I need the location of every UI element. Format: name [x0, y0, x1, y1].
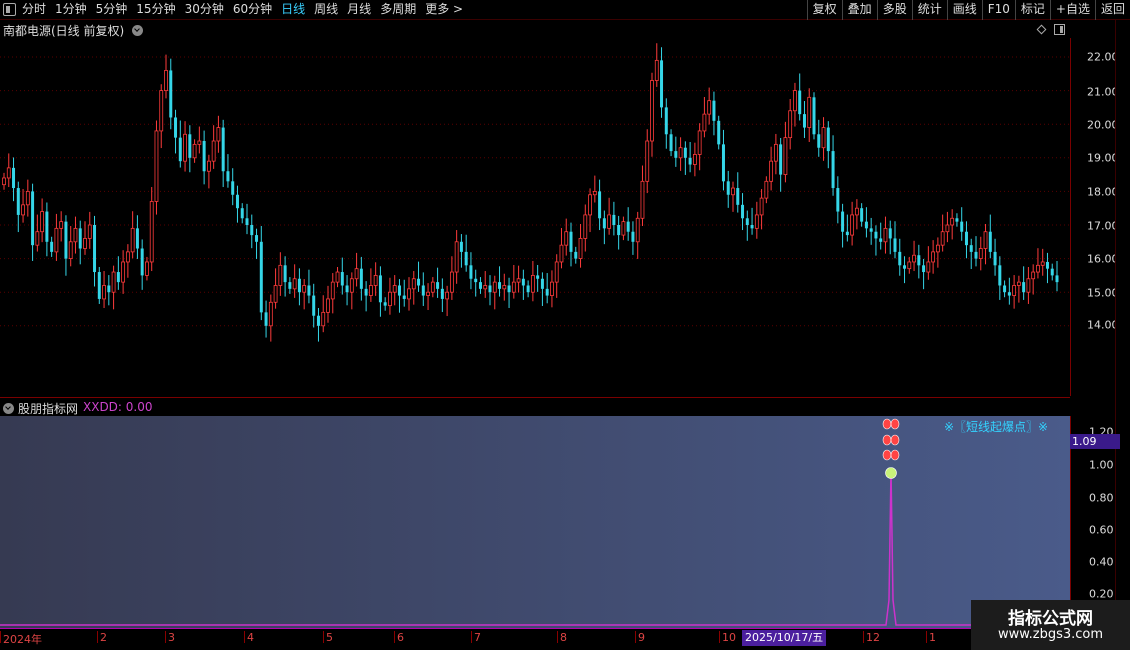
apple-marker-icon: [885, 467, 897, 479]
date-axis: 2024年 2 3 4 5 6 7 8 9 10 12 1: [0, 628, 1070, 650]
signal-marker-icon: [882, 449, 900, 461]
date-tick: 5: [323, 631, 333, 644]
indicator-plot: [0, 418, 1070, 626]
indicator-line: [0, 469, 1070, 626]
current-value-badge: 1.09: [1070, 434, 1120, 449]
indicator-tick: 0.80: [1089, 491, 1114, 505]
price-tick: 18.00: [1087, 185, 1119, 199]
date-tick: 2024年: [0, 631, 42, 646]
price-tick: 21.00: [1087, 85, 1119, 99]
price-axis: 22.00 21.00 20.00 19.00 18.00 17.00 16.0…: [1070, 38, 1119, 396]
price-tick: 19.00: [1087, 151, 1119, 165]
watermark-url: www.zbgs3.com: [997, 627, 1104, 642]
date-tick: 7: [471, 631, 481, 644]
butterfly-wing: [882, 418, 892, 430]
signal-label: ※〖短线起爆点〗※: [944, 420, 1049, 434]
butterfly-wing: [890, 418, 900, 430]
date-tick: 12: [863, 631, 880, 644]
price-tick: 14.00: [1087, 318, 1119, 332]
date-tick: 1: [926, 631, 936, 644]
side-info-strip[interactable]: [1115, 20, 1130, 650]
date-tick: 3: [165, 631, 175, 644]
indicator-tick: 1.00: [1089, 458, 1114, 472]
date-tick: 9: [635, 631, 645, 644]
date-tick: 4: [244, 631, 254, 644]
price-tick: 17.00: [1087, 219, 1119, 233]
butterfly-wing: [882, 449, 892, 461]
date-tick: 6: [394, 631, 404, 644]
watermark-logo: 指标公式网 www.zbgs3.com: [971, 600, 1130, 650]
cursor-date-label: 2025/10/17/五: [742, 630, 827, 646]
indicator-tick: 0.60: [1089, 523, 1114, 537]
indicator-tick: 0.40: [1089, 555, 1114, 569]
price-tick: 20.00: [1087, 118, 1119, 132]
back-button[interactable]: 返回: [1094, 0, 1130, 20]
price-tick: 15.00: [1087, 286, 1119, 300]
date-tick: 2: [97, 631, 107, 644]
indicator-tick: 0.20: [1089, 587, 1114, 601]
signal-marker-icon: [882, 434, 900, 446]
price-tick: 22.00: [1087, 50, 1119, 64]
butterfly-wing: [890, 449, 900, 461]
butterfly-wing: [882, 434, 892, 446]
price-tick: 16.00: [1087, 252, 1119, 266]
date-tick: 10: [719, 631, 736, 644]
butterfly-wing: [890, 434, 900, 446]
watermark-title: 指标公式网: [1008, 609, 1093, 629]
date-tick: 8: [557, 631, 567, 644]
signal-marker-icon: [882, 418, 900, 430]
